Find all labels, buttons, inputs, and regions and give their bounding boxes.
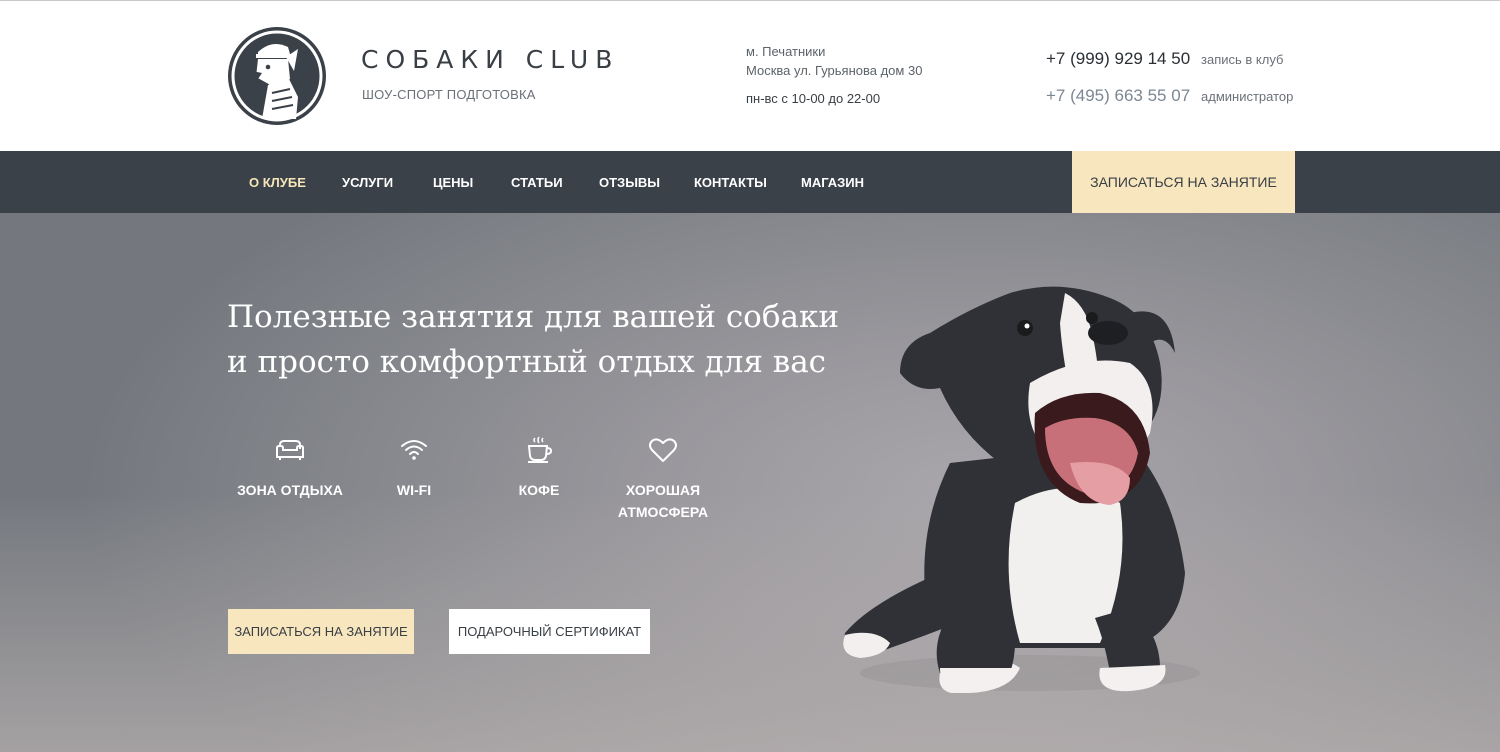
phone-admin[interactable]: +7 (495) 663 55 07 — [1046, 86, 1190, 106]
address-street: Москва ул. Гурьянова дом 30 — [746, 63, 923, 78]
phone-booking-note: запись в клуб — [1201, 52, 1284, 67]
nav-item-prices[interactable]: ЦЕНЫ — [433, 175, 473, 190]
nav-item-contacts[interactable]: КОНТАКТЫ — [694, 175, 767, 190]
brand-subtitle: ШОУ-СПОРТ ПОДГОТОВКА — [362, 87, 536, 102]
hero-title-line1: Полезные занятия для вашей собаки — [227, 299, 840, 335]
feature-coffee-label: КОФЕ — [518, 482, 560, 498]
opening-hours: пн-вс с 10-00 до 22-00 — [746, 91, 881, 106]
feature-coffee: КОФЕ — [474, 435, 604, 501]
feature-atmosphere-label: ХОРОШАЯ АТМОСФЕРА — [617, 482, 709, 520]
nav-item-shop[interactable]: МАГАЗИН — [801, 175, 864, 190]
site-header: СОБАКИ CLUB ШОУ-СПОРТ ПОДГОТОВКА м. Печа… — [0, 0, 1500, 151]
wifi-icon — [401, 440, 427, 460]
feature-wifi-label: WI-FI — [396, 482, 432, 498]
feature-wifi: WI-FI — [349, 435, 479, 501]
nav-item-articles[interactable]: СТАТЬИ — [511, 175, 563, 190]
dog-puppy-photo — [843, 286, 1200, 693]
main-nav: О КЛУБЕ УСЛУГИ ЦЕНЫ СТАТЬИ ОТЗЫВЫ КОНТАК… — [0, 151, 1500, 213]
dog-in-cap-logo-icon[interactable] — [228, 27, 326, 125]
address-metro: м. Печатники — [746, 44, 826, 59]
heart-icon — [649, 438, 677, 462]
gift-certificate-button[interactable]: ПОДАРОЧНЫЙ СЕРТИФИКАТ — [449, 609, 650, 654]
brand-title: СОБАКИ CLUB — [361, 45, 620, 74]
hero-section: Полезные занятия для вашей собаки и прос… — [0, 213, 1500, 752]
phone-booking[interactable]: +7 (999) 929 14 50 — [1046, 49, 1190, 69]
feature-atmosphere: ХОРОШАЯ АТМОСФЕРА — [598, 435, 728, 523]
signup-button[interactable]: ЗАПИСАТЬСЯ НА ЗАНЯТИЕ — [228, 609, 414, 654]
nav-item-about[interactable]: О КЛУБЕ — [249, 175, 306, 190]
feature-rest-zone-label: ЗОНА ОТДЫХА — [237, 482, 343, 498]
phone-admin-note: администратор — [1201, 89, 1294, 104]
coffee-cup-icon — [527, 436, 553, 463]
feature-rest-zone: ЗОНА ОТДЫХА — [225, 435, 355, 501]
nav-item-reviews[interactable]: ОТЗЫВЫ — [599, 175, 660, 190]
nav-item-services[interactable]: УСЛУГИ — [342, 175, 393, 190]
hero-title: Полезные занятия для вашей собаки и прос… — [227, 295, 839, 385]
nav-signup-button[interactable]: ЗАПИСАТЬСЯ НА ЗАНЯТИЕ — [1072, 151, 1295, 213]
hero-title-line2: и просто комфортный отдых для вас — [227, 344, 827, 380]
sofa-icon — [276, 440, 304, 460]
